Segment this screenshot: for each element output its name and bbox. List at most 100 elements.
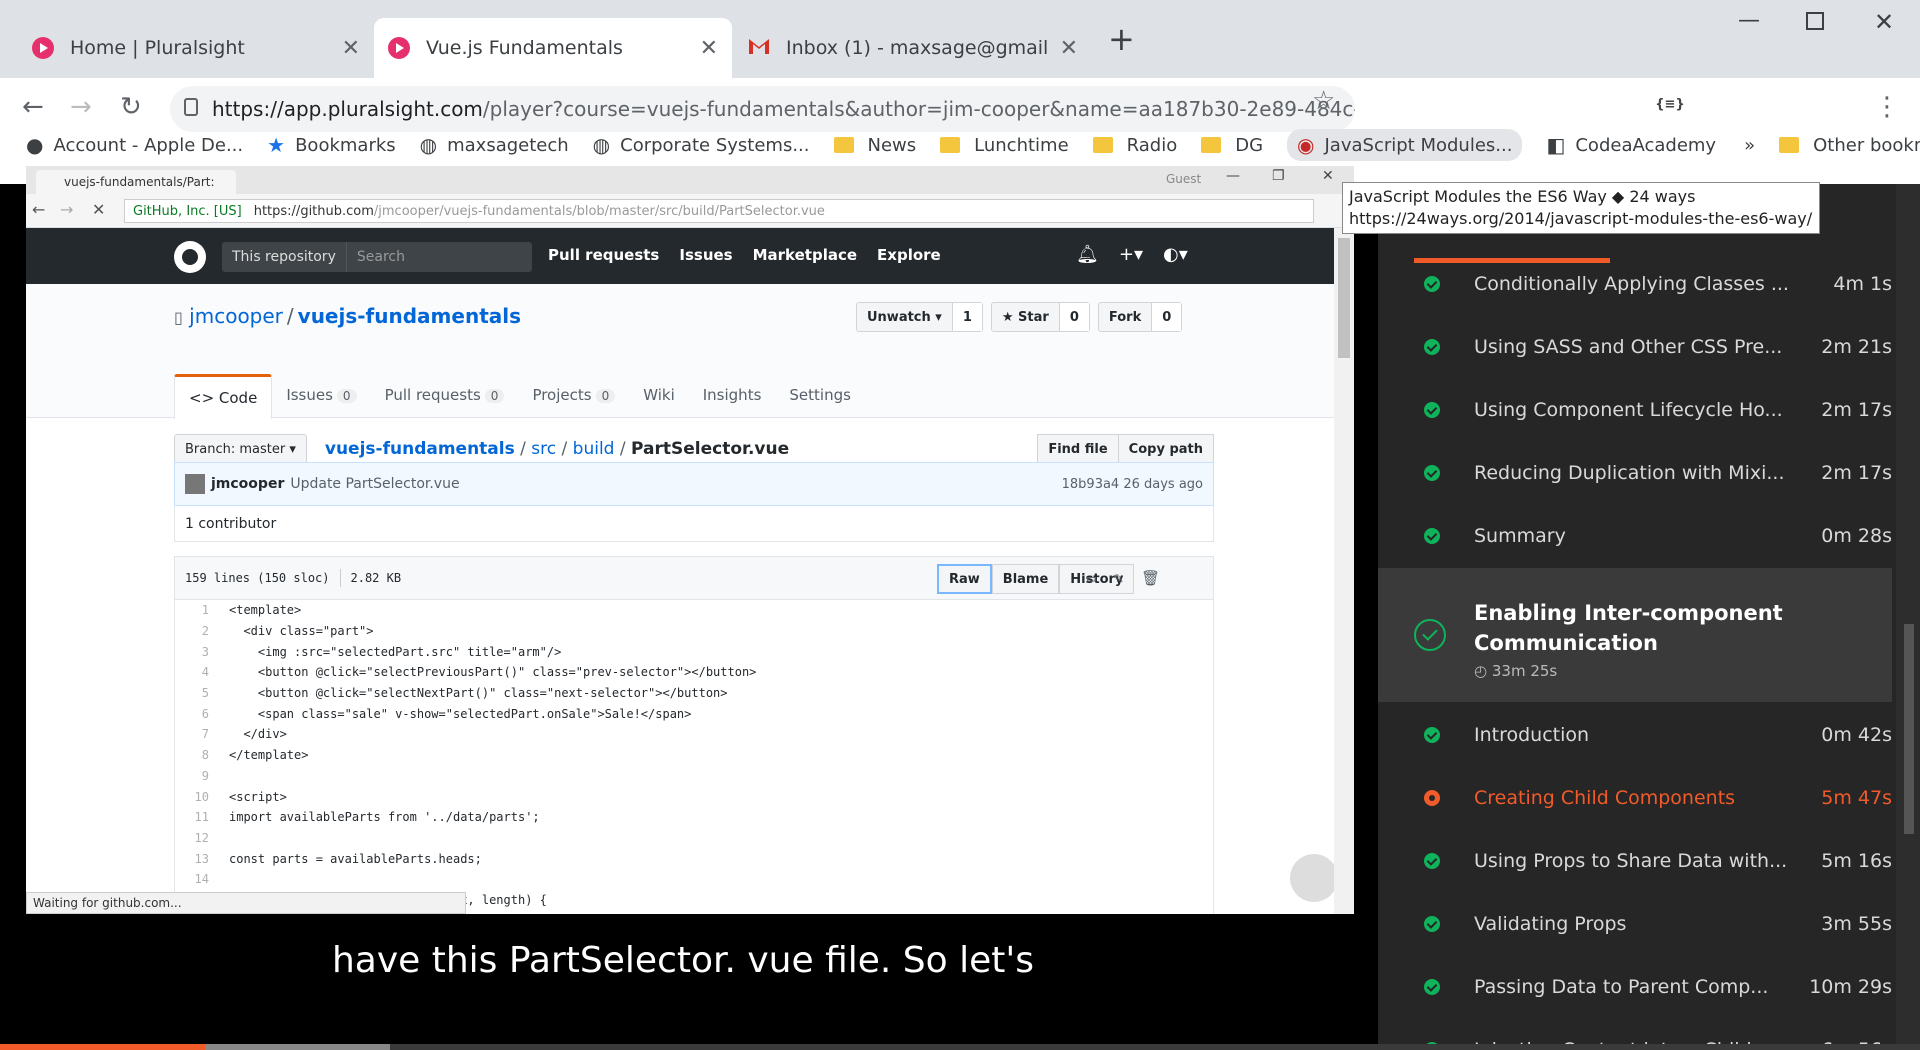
clip-duration: 0m 42s: [1821, 723, 1892, 746]
code-line: 12: [175, 828, 1213, 849]
bookmark-folder-news[interactable]: News: [833, 135, 916, 156]
bookmark-folder-dg[interactable]: DG: [1201, 135, 1263, 156]
forward-icon[interactable]: →: [70, 92, 92, 122]
clip-item[interactable]: Using Component Lifecycle Ho... 2m 17s: [1378, 378, 1892, 441]
search-scope: This repository: [222, 242, 347, 272]
video-progress-bar[interactable]: [0, 1044, 1920, 1050]
video-buffer-fill: [205, 1044, 390, 1050]
bell-icon: 🔔︎: [1076, 244, 1099, 265]
codecademy-icon: ◧: [1546, 133, 1566, 157]
code-view: 1 <template> 2 <div class="part"> 3 <img :s…: [174, 600, 1214, 914]
code-line: 4 <button @click="selectPreviousPart()" …: [175, 662, 1213, 683]
profile-avatar-icon[interactable]: [1820, 90, 1848, 118]
video-frame[interactable]: vuejs-fundamentals/Part: Guest — ❐ ✕ ← →…: [26, 166, 1354, 914]
line-number: 2: [201, 624, 209, 639]
bookmark-corporate-systems[interactable]: ◍ Corporate Systems...: [593, 133, 810, 157]
play-overlay-icon[interactable]: [1290, 854, 1338, 902]
file-icons: ▭ ✎ 🗑︎: [1087, 569, 1160, 587]
bookmark-star-icon[interactable]: ☆: [1312, 86, 1335, 116]
comment-icon[interactable]: [1562, 90, 1590, 118]
json-icon[interactable]: {≡}: [1655, 90, 1684, 118]
close-tab-icon[interactable]: ✕: [700, 36, 718, 61]
site-icon: ◉: [1297, 133, 1315, 157]
pdf-icon[interactable]: [1468, 90, 1496, 118]
tab-home-pluralsight[interactable]: Home | Pluralsight ✕: [18, 18, 374, 78]
check-icon: [1424, 527, 1440, 544]
tooltip-title: JavaScript Modules the ES6 Way ◆ 24 ways: [1349, 187, 1696, 206]
bookmark-folder-lunchtime[interactable]: Lunchtime: [940, 135, 1069, 156]
clip-item[interactable]: Using Props to Share Data with... 5m 16s: [1378, 829, 1892, 892]
inner-stop-icon: ✕: [92, 200, 106, 219]
sidebar-scrollbar[interactable]: [1896, 184, 1920, 1050]
line-number: 6: [201, 706, 209, 721]
bookmark-label: maxsagetech: [447, 134, 569, 156]
clip-item[interactable]: Validating Props 3m 55s: [1378, 892, 1892, 955]
cors-icon[interactable]: CORS: [1419, 90, 1447, 118]
star-icon: ★: [267, 133, 286, 157]
back-icon[interactable]: ←: [22, 92, 44, 122]
unwatch-label: Unwatch ▾: [867, 309, 942, 325]
bookmark-maxsagetech[interactable]: ◍ maxsagetech: [420, 133, 569, 157]
bookmark-tooltip: JavaScript Modules the ES6 Way ◆ 24 ways…: [1342, 182, 1820, 234]
course-sidebar: Conditionally Applying Classes ... 4m 1s U…: [1378, 184, 1920, 1050]
clip-item[interactable]: Conditionally Applying Classes ... 4m 1s: [1378, 252, 1892, 315]
grammarly-icon[interactable]: 6: [1516, 90, 1544, 118]
line-text: import availableParts from '../data/part…: [229, 810, 540, 825]
pinterest-icon[interactable]: P: [1706, 90, 1734, 118]
crumb-file: PartSelector.vue: [631, 439, 790, 459]
clip-item[interactable]: Creating Child Components 5m 47s: [1378, 766, 1892, 829]
repo-name: vuejs-fundamentals: [297, 304, 522, 328]
clip-item[interactable]: Using SASS and Other CSS Pre... 2m 21s: [1378, 315, 1892, 378]
reload-icon[interactable]: ↻: [120, 92, 142, 122]
clip-item[interactable]: Reducing Duplication with Mixi... 2m 17s: [1378, 441, 1892, 504]
code-line: 3 <img :src="selectedPart.src" title="ar…: [175, 641, 1213, 662]
unwatch-button: Unwatch ▾ 1: [856, 302, 983, 332]
crumb-build: build: [572, 439, 615, 459]
bookmark-codecademy[interactable]: ◧ CodeaAcademy: [1546, 133, 1716, 157]
star-count: 0: [1058, 303, 1089, 331]
bookmark-bookmarks[interactable]: ★ Bookmarks: [267, 133, 396, 157]
line-number: 14: [194, 872, 209, 887]
module-title-line: Enabling Inter-component: [1474, 601, 1783, 625]
code-line: 1 <template>: [175, 600, 1213, 621]
close-window-icon[interactable]: ✕: [1874, 8, 1894, 36]
clip-duration: 0m 28s: [1821, 524, 1892, 547]
folder-icon: [1092, 137, 1113, 153]
tab-vuejs-fundamentals[interactable]: Vue.js Fundamentals ✕: [374, 18, 732, 78]
copy-path-button: Copy path: [1118, 434, 1214, 464]
apple-icon: ●: [26, 133, 44, 157]
messenger-icon[interactable]: [1754, 90, 1782, 118]
minimize-icon[interactable]: —: [1738, 8, 1760, 33]
bookmark-folder-radio[interactable]: Radio: [1092, 135, 1177, 156]
bookmark-apple[interactable]: ● Account - Apple De...: [26, 133, 243, 157]
close-tab-icon[interactable]: ✕: [342, 36, 360, 61]
maximize-icon[interactable]: [1806, 12, 1824, 30]
clip-item[interactable]: Summary 0m 28s: [1378, 504, 1892, 567]
url-host: https://app.pluralsight.com: [212, 97, 483, 121]
bookmark-other-bookmarks[interactable]: Other bookmarks: [1779, 135, 1920, 156]
bookmark-javascript-modules[interactable]: ◉ JavaScript Modules...: [1287, 129, 1523, 161]
pencil-icon: ✎: [1114, 569, 1124, 587]
close-tab-icon[interactable]: ✕: [1060, 36, 1078, 61]
bookmarks-overflow-button[interactable]: »: [1744, 135, 1755, 156]
clip-item[interactable]: Passing Data to Parent Comp... 10m 29s: [1378, 955, 1892, 1018]
menu-icon[interactable]: ⋮: [1874, 92, 1900, 122]
tab-projects: Projects 0: [518, 374, 629, 419]
avatar: [185, 474, 205, 494]
code-line: 7 </div>: [175, 724, 1213, 745]
new-tab-button[interactable]: +: [1108, 20, 1135, 58]
nav-pull-requests: Pull requests: [548, 246, 660, 264]
check-icon: [1424, 401, 1440, 418]
clip-item[interactable]: Introduction 0m 42s: [1378, 703, 1892, 766]
bookmark-label: JavaScript Modules...: [1324, 134, 1513, 156]
s-icon[interactable]: S: [1372, 90, 1400, 118]
globe-icon: ◍: [592, 133, 611, 157]
vuejs-devtools-icon[interactable]: [1610, 90, 1638, 118]
module-header-enabling-inter-component-communication[interactable]: Enabling Inter-component Communication ◴ …: [1378, 568, 1892, 702]
check-icon: [1424, 726, 1440, 743]
clip-title: Introduction: [1474, 723, 1590, 746]
file-size: 2.82 KB: [350, 571, 402, 585]
bookmark-label: Lunchtime: [974, 134, 1069, 156]
tab-gmail-inbox[interactable]: Inbox (1) - maxsage@gmail.com ✕: [734, 18, 1092, 78]
line-number: 9: [201, 768, 209, 783]
